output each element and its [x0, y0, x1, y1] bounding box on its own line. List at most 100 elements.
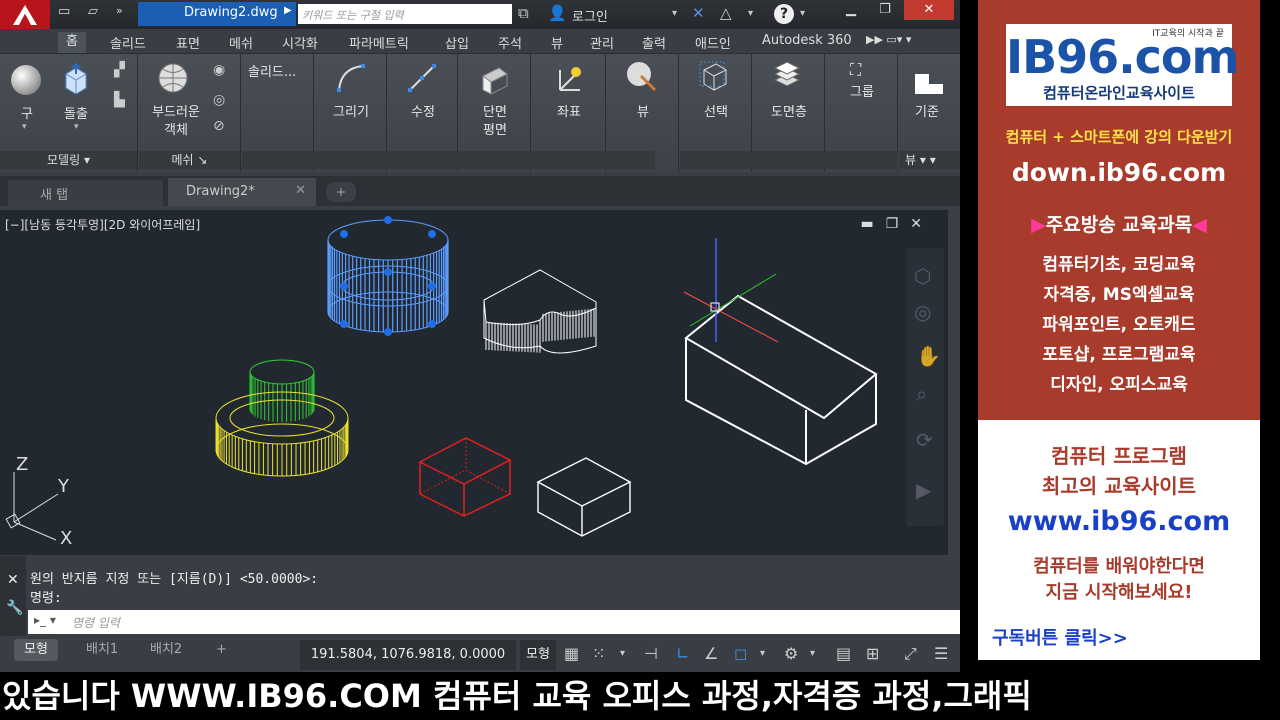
exchange-icon[interactable]: ✕	[692, 4, 705, 22]
ad-banner[interactable]: IT교육의 시작과 끝 IB96.com 컴퓨터온라인교육사이트 컴퓨터 + 스…	[978, 0, 1260, 660]
layout-tab-model[interactable]: 모형	[14, 639, 58, 661]
presspull-icon[interactable]: ▞	[114, 62, 125, 78]
maximize-button[interactable]: ❐	[868, 0, 902, 20]
tab-home[interactable]: 홈	[58, 32, 86, 53]
mesh-smooth-less-icon[interactable]: ◎	[213, 92, 225, 108]
view-button[interactable]: 뷰	[607, 104, 679, 122]
ad-main-url[interactable]: www.ib96.com	[978, 506, 1260, 537]
base-view-icon[interactable]	[913, 68, 945, 100]
chevron-down-icon[interactable]: ▾	[22, 122, 27, 132]
new-file-icon[interactable]: ▭	[58, 4, 70, 19]
layout-tab-layout2[interactable]: 배치2	[140, 639, 192, 661]
showmotion-icon[interactable]: ▶	[916, 478, 931, 502]
zoom-icon[interactable]: ⌕	[916, 382, 927, 406]
grid-icon[interactable]: ▦	[564, 644, 579, 663]
extrude-icon[interactable]	[60, 62, 92, 94]
tab-surface[interactable]: 표면	[176, 33, 200, 52]
full-navigation-icon[interactable]: ◎	[914, 300, 931, 324]
group-button[interactable]: 그룹	[826, 84, 898, 102]
workspace-gear-icon[interactable]: ⚙	[784, 644, 798, 663]
arc-icon[interactable]	[335, 62, 367, 94]
chevron-down-icon[interactable]: ▾	[672, 8, 677, 19]
polysolid-icon[interactable]: ▙	[114, 92, 125, 108]
tab-manage[interactable]: 관리	[590, 33, 614, 52]
mesh-panel-label[interactable]: 메쉬 ↘	[139, 151, 240, 169]
tab-view[interactable]: 뷰	[551, 33, 563, 52]
white-large-box[interactable]	[684, 294, 878, 466]
command-prompt-icon[interactable]: ▸_ ▾	[34, 613, 56, 627]
smooth-object-icon[interactable]	[157, 62, 189, 94]
chevron-right-icon[interactable]: ▶	[284, 5, 292, 16]
tab-parametric[interactable]: 파라메트릭	[349, 33, 409, 52]
layers-button[interactable]: 도면층	[753, 104, 825, 122]
tab-solid[interactable]: 솔리드	[110, 33, 146, 52]
ib96-logo[interactable]: IT교육의 시작과 끝 IB96.com 컴퓨터온라인교육사이트	[1006, 24, 1239, 106]
red-box[interactable]	[418, 437, 512, 517]
ad-download-url[interactable]: down.ib96.com	[978, 158, 1260, 187]
coordinates-button[interactable]: 좌표	[532, 104, 606, 122]
chevron-down-icon[interactable]: ▾	[620, 648, 625, 659]
layout-tab-layout1[interactable]: 배치1	[76, 639, 128, 661]
annotation-icon[interactable]: ▤	[836, 644, 851, 663]
tab-new[interactable]: 새 탭	[8, 180, 163, 206]
add-layout-icon[interactable]: +	[206, 639, 237, 661]
section-plane-label2[interactable]: 평면	[459, 122, 531, 140]
sphere-icon[interactable]	[10, 64, 42, 96]
dynamic-input-icon[interactable]: ⊣	[644, 644, 658, 663]
chevron-down-icon[interactable]: ▾	[74, 122, 79, 132]
section-plane-button[interactable]: 단면	[459, 104, 531, 122]
move-icon[interactable]	[406, 62, 438, 94]
login-button[interactable]: 로그인	[572, 6, 608, 25]
smooth-object-label2[interactable]: 객체	[143, 122, 209, 140]
group-icon[interactable]: ⛶	[850, 60, 861, 80]
layers-icon[interactable]	[771, 60, 803, 92]
ucs-icon[interactable]	[554, 62, 586, 94]
customization-menu-icon[interactable]: ☰	[934, 644, 948, 663]
base-button[interactable]: 기준	[899, 104, 955, 122]
tab-visualize[interactable]: 시각화	[282, 33, 318, 52]
orbit-icon[interactable]: ⟳	[916, 428, 933, 452]
vertical-scrollbar[interactable]	[948, 210, 960, 555]
pan-icon[interactable]: ✋	[916, 344, 941, 368]
chevron-down-icon[interactable]: ▾	[800, 8, 805, 19]
chevron-down-icon[interactable]: ▾	[810, 648, 815, 659]
minimize-button[interactable]: ▁	[834, 0, 868, 20]
selection-icon[interactable]	[698, 60, 730, 92]
chevron-down-icon[interactable]: ▾	[748, 8, 753, 19]
green-cylinder[interactable]	[249, 359, 315, 422]
close-tab-icon[interactable]: ✕	[295, 183, 306, 198]
sphere-button[interactable]: 구	[12, 106, 42, 124]
refine-mesh-icon[interactable]: ⊘	[213, 118, 225, 134]
modify-button[interactable]: 수정	[388, 104, 458, 122]
chevron-down-icon[interactable]: ▾	[760, 648, 765, 659]
tab-annotate[interactable]: 주석	[498, 33, 522, 52]
solid-editing-dropdown[interactable]: 솔리드...	[248, 64, 308, 82]
command-line-handle[interactable]: ✕ 🔧	[0, 556, 26, 636]
drawing-viewport[interactable]: [−][남동 등각투영][2D 와이어프레임] ▬❐✕ Z Y X ⬡ ◎ ✋ …	[0, 210, 948, 555]
tab-autodesk360[interactable]: Autodesk 360	[762, 33, 852, 48]
binoculars-icon[interactable]: ⧉	[518, 4, 529, 22]
search-input[interactable]: 키워드 또는 구절 입력	[298, 4, 512, 24]
command-input[interactable]: ▸_ ▾ 명령 입력	[28, 610, 960, 634]
coordinates-display[interactable]: 191.5804, 1076.9818, 0.0000	[300, 640, 516, 670]
tab-insert[interactable]: 삽입	[445, 33, 469, 52]
tab-addins[interactable]: 애드인	[695, 33, 731, 52]
model-space-button[interactable]: 모형	[520, 640, 556, 670]
polar-icon[interactable]: ∠	[704, 644, 718, 663]
tab-mesh[interactable]: 메쉬	[229, 33, 253, 52]
section-plane-icon[interactable]	[479, 64, 511, 96]
object-snap-icon[interactable]: ◻	[734, 644, 747, 663]
view-panel-label[interactable]: 뷰 ▾ ▾	[899, 151, 960, 169]
open-file-icon[interactable]: ▱	[88, 4, 98, 19]
steeringwheel-icon[interactable]: ⬡	[914, 264, 931, 288]
fullscreen-icon[interactable]: ⤢	[904, 644, 917, 664]
help-icon[interactable]: ?	[774, 4, 794, 24]
new-tab-button[interactable]: +	[326, 182, 356, 202]
tab-output[interactable]: 출력	[642, 33, 666, 52]
visual-style-icon[interactable]	[625, 60, 657, 92]
application-menu-button[interactable]	[0, 0, 50, 30]
mesh-smooth-more-icon[interactable]: ◉	[213, 62, 225, 78]
smooth-object-button[interactable]: 부드러운	[143, 104, 209, 122]
close-icon[interactable]: ✕	[7, 572, 19, 588]
selection-button[interactable]: 선택	[680, 104, 752, 122]
